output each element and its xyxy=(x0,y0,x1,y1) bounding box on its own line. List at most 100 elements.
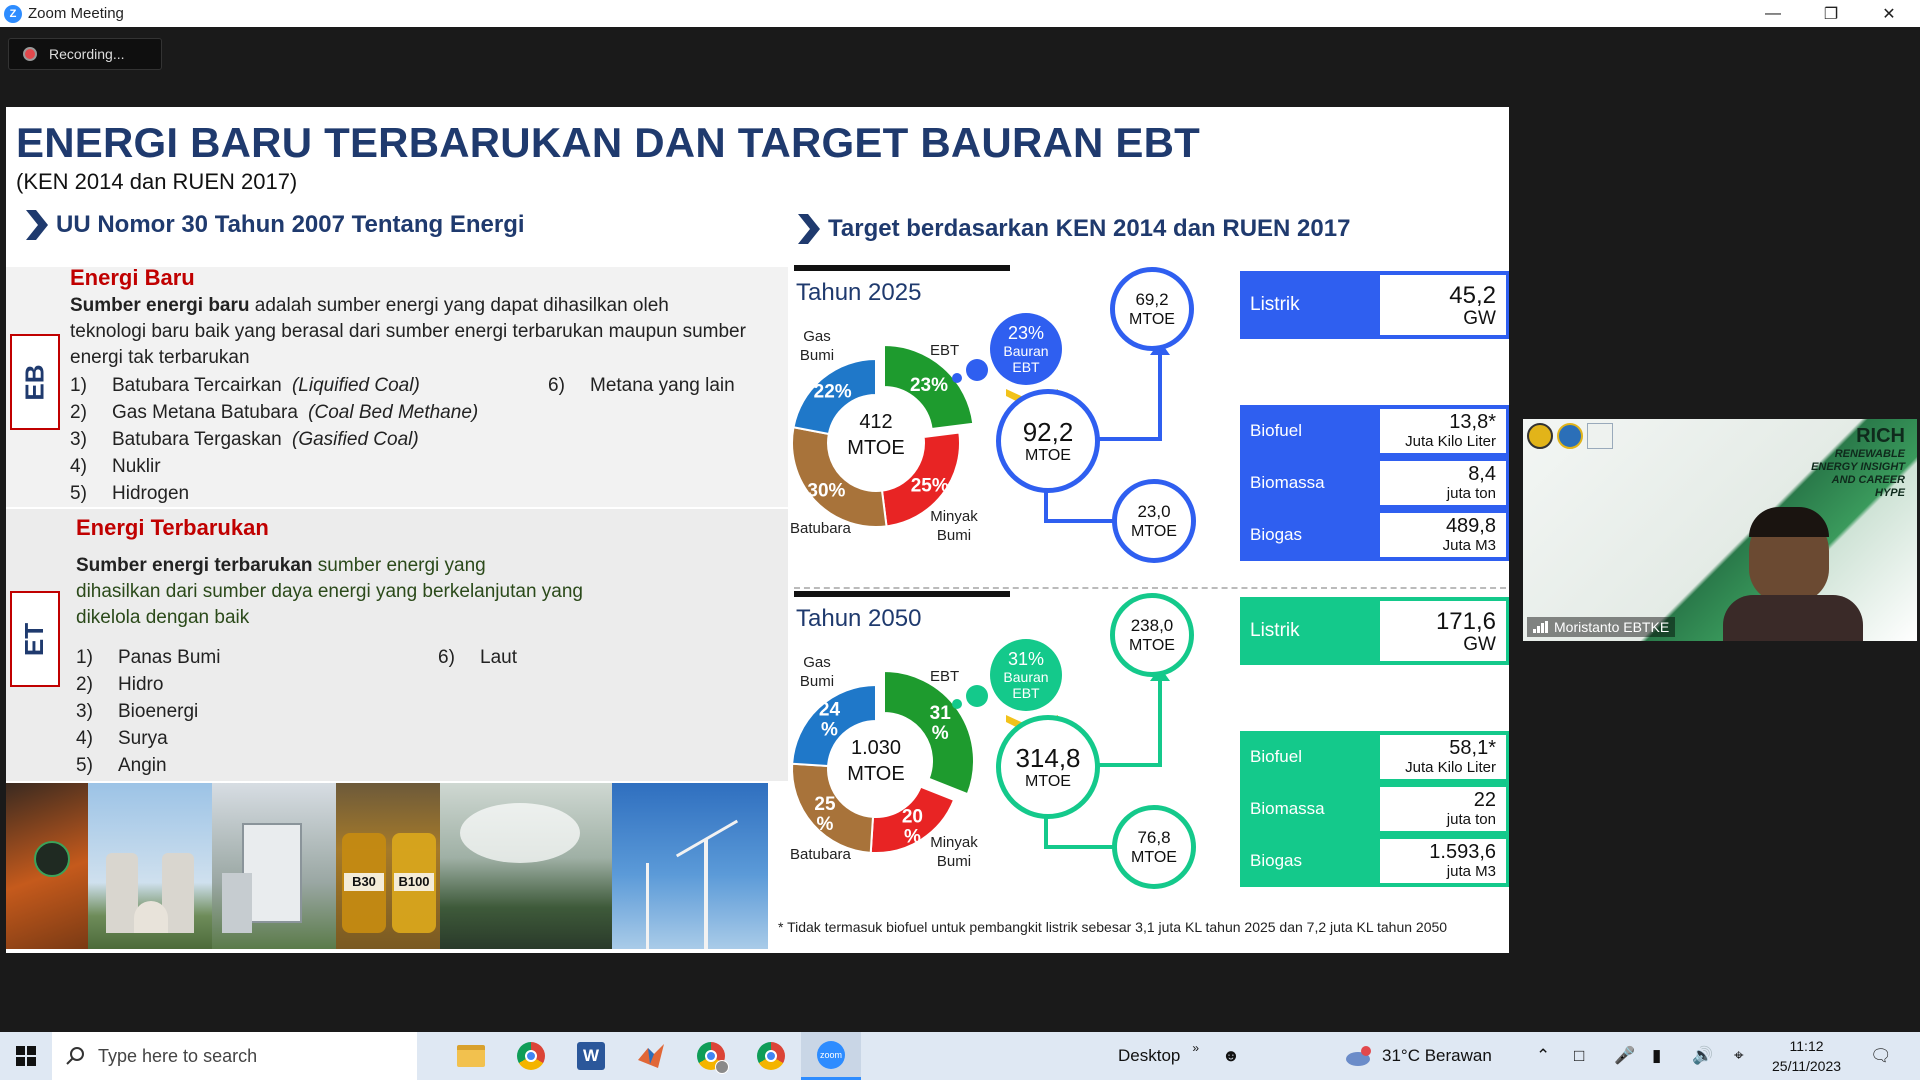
matlab-icon[interactable] xyxy=(621,1032,681,1080)
battery-icon[interactable]: ▮ xyxy=(1652,1032,1661,1080)
org-logo-icon xyxy=(1587,423,1613,449)
close-button[interactable]: ✕ xyxy=(1860,0,1918,27)
microphone-icon[interactable]: 🎤 xyxy=(1614,1032,1635,1080)
connector-dot xyxy=(966,359,988,381)
bauran-pct: 23% xyxy=(1007,323,1045,343)
total-unit: MTOE xyxy=(1025,773,1071,790)
list-num: 2) xyxy=(76,674,93,695)
zoom-icon[interactable]: zoom xyxy=(801,1032,861,1080)
et-tag-text: ET xyxy=(19,622,50,656)
list-item: 2) Hidro xyxy=(76,674,163,696)
list-num: 6) xyxy=(438,647,455,668)
start-button[interactable] xyxy=(0,1032,52,1080)
donut-center-unit: MTOE xyxy=(847,763,905,785)
slide-title: ENERGI BARU TERBARUKAN DAN TARGET BAURAN… xyxy=(16,119,1200,166)
taskbar-search-box[interactable]: Type here to search xyxy=(52,1032,417,1080)
list-text: Metana yang lain xyxy=(590,375,735,396)
metric-value: 13,8* xyxy=(1449,411,1496,433)
label-line: Bumi xyxy=(936,853,972,870)
search-icon xyxy=(66,1047,84,1065)
label-line: Minyak xyxy=(930,834,978,851)
list-item: 4) Surya xyxy=(76,728,168,750)
participant-name-tag: Moristanto EBTKE xyxy=(1527,617,1676,637)
label-gas-bumi: Gas Bumi xyxy=(794,653,840,691)
restore-button[interactable]: ❐ xyxy=(1802,0,1860,27)
chrome-profile-icon[interactable] xyxy=(681,1032,741,1080)
meet-now-icon[interactable]: □ xyxy=(1574,1032,1584,1080)
list-num: 2) xyxy=(70,402,87,423)
donut-value-label: 24 xyxy=(819,699,841,720)
chevron-right-icon xyxy=(26,210,48,240)
notifications-icon[interactable]: 🗨 xyxy=(1870,1032,1892,1080)
file-explorer-icon[interactable] xyxy=(441,1032,501,1080)
chevron-right-icon xyxy=(798,214,820,244)
lower-unit: MTOE xyxy=(1131,523,1177,540)
et-def-bold: Sumber energi terbarukan xyxy=(76,555,313,576)
desktop-toolbar[interactable]: Desktop» xyxy=(1118,1032,1199,1080)
metric-label: Biomassa xyxy=(1240,457,1376,509)
biodiesel-photo: B30 B100 xyxy=(336,783,440,949)
metric-value-box: 489,8 Juta M3 xyxy=(1376,509,1509,561)
metric-value: 8,4 xyxy=(1468,463,1496,485)
list-item: 5) Angin xyxy=(76,755,167,777)
participant-video-tile[interactable]: RICH RENEWABLE ENERGY INSIGHT AND CAREER… xyxy=(1523,419,1917,641)
energi-terbarukan-heading: Energi Terbarukan xyxy=(76,515,269,540)
bauran-ebt-badge: 31% Bauran EBT xyxy=(990,639,1062,711)
label-line: Bumi xyxy=(799,347,835,364)
list-num: 3) xyxy=(76,701,93,722)
people-icon[interactable]: ☻ xyxy=(1222,1032,1240,1080)
list-num: 5) xyxy=(70,483,87,504)
rich-tagline-1: RENEWABLE xyxy=(1834,448,1905,460)
chrome-alt-icon[interactable] xyxy=(741,1032,801,1080)
metric-label: Biofuel xyxy=(1240,405,1376,457)
metric-label: Listrik xyxy=(1240,597,1376,665)
total-value: 92,2 xyxy=(1022,417,1074,447)
windows-logo-icon xyxy=(16,1046,36,1066)
list-text: Bioenergi xyxy=(118,701,199,722)
label-line: Bumi xyxy=(936,527,972,544)
metric-value: 22 xyxy=(1473,789,1496,811)
wifi-icon[interactable]: ⌖ xyxy=(1734,1032,1744,1080)
word-icon[interactable]: W xyxy=(561,1032,621,1080)
eb-tag: EB xyxy=(10,334,60,430)
volume-icon[interactable]: 🔊 xyxy=(1692,1032,1713,1080)
gasification-plant-photo xyxy=(212,783,336,949)
rich-brand-title: RICH xyxy=(1856,425,1905,447)
weather-widget[interactable]: 31°C Berawan xyxy=(1344,1032,1492,1080)
metric-unit: juta M3 xyxy=(1446,863,1496,880)
search-placeholder: Type here to search xyxy=(98,1045,258,1066)
list-text: Laut xyxy=(480,647,517,668)
chrome-icon[interactable] xyxy=(501,1032,561,1080)
recording-indicator[interactable]: Recording... xyxy=(8,38,162,70)
donut-value-label: % xyxy=(904,826,921,847)
donut-value-label: 31 xyxy=(930,703,952,724)
list-item: 1) Panas Bumi xyxy=(76,647,220,669)
section-divider xyxy=(794,587,1506,589)
show-hidden-icons-button[interactable]: ⌃ xyxy=(1536,1032,1550,1080)
slide-subtitle: (KEN 2014 dan RUEN 2017) xyxy=(16,169,298,194)
total-value: 314,8 xyxy=(1015,743,1081,773)
wind-turbine-photo xyxy=(612,783,768,949)
b30-label: B30 xyxy=(344,873,384,891)
energi-baru-heading: Energi Baru xyxy=(70,265,195,290)
total-unit: MTOE xyxy=(1025,447,1071,464)
label-minyak-bumi: Minyak Bumi xyxy=(924,833,984,871)
geothermal-photo xyxy=(440,783,612,949)
rich-tagline-4: HYPE xyxy=(1875,487,1905,499)
hydrogen-photo xyxy=(6,783,88,949)
right-section-heading: Target berdasarkan KEN 2014 dan RUEN 201… xyxy=(796,214,1350,244)
year-title-y2025: Tahun 2025 xyxy=(796,279,922,306)
clock[interactable]: 11:12 25/11/2023 xyxy=(1772,1032,1841,1080)
zoom-logo-icon: Z xyxy=(4,4,22,23)
metric-unit: juta ton xyxy=(1446,485,1496,502)
energy-photo-strip: B30 B100 xyxy=(6,783,768,949)
list-text: Angin xyxy=(118,755,167,776)
metric-label: Biogas xyxy=(1240,835,1376,887)
recording-label: Recording... xyxy=(49,46,125,62)
lower-value: 76,8 xyxy=(1137,828,1171,847)
metric-value-box: 1.593,6 juta M3 xyxy=(1376,835,1509,887)
minimize-button[interactable]: — xyxy=(1744,0,1802,27)
list-text: Batubara Tercairkan xyxy=(112,375,287,396)
rich-tagline-2: ENERGY INSIGHT xyxy=(1811,461,1905,473)
windows-taskbar: Type here to search W zoom Desktop» ☻ 31… xyxy=(0,1032,1920,1080)
